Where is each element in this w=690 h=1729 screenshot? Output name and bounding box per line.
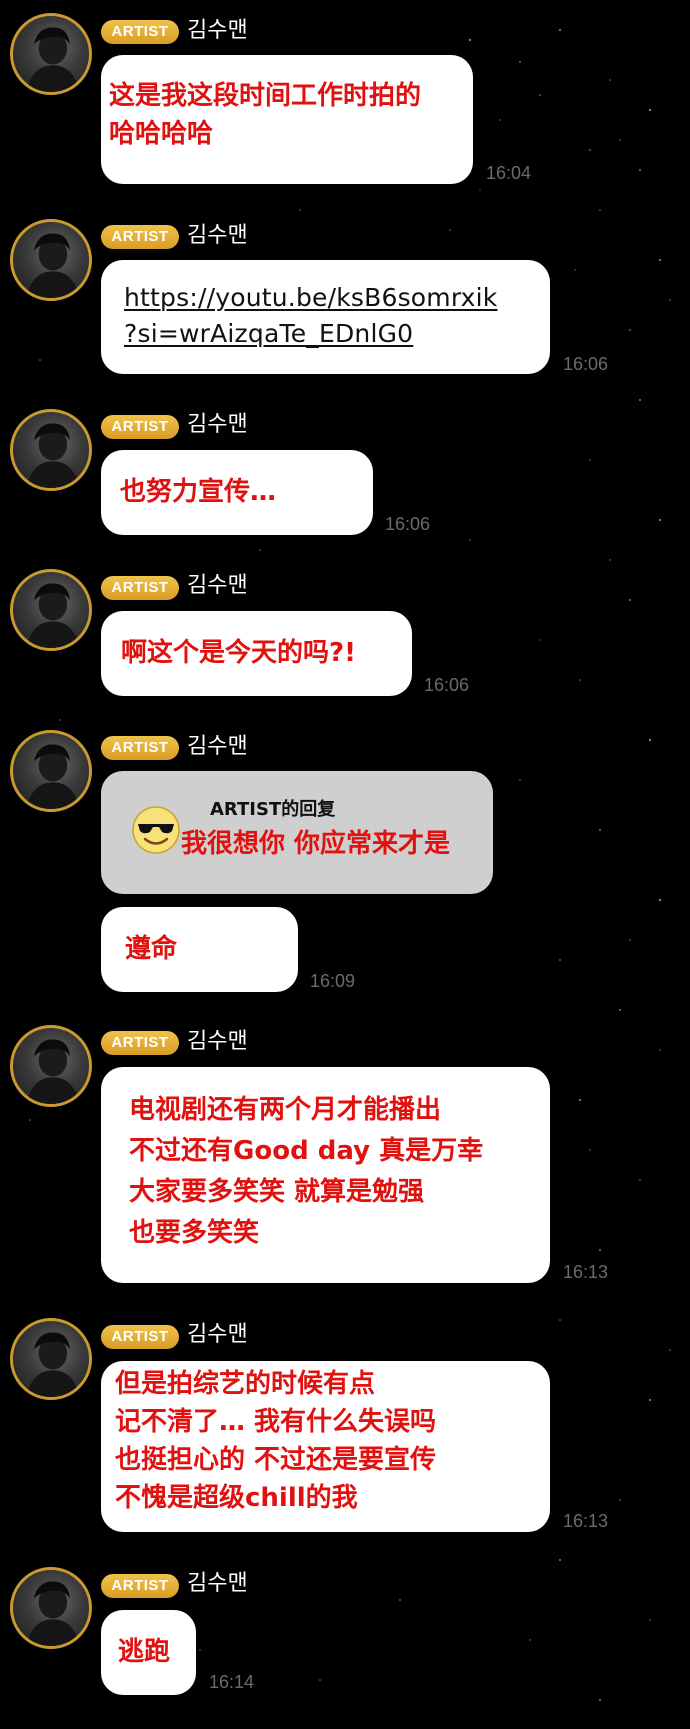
- artist-badge: ARTIST: [101, 415, 179, 439]
- artist-badge: ARTIST: [101, 1031, 179, 1055]
- artist-badge: ARTIST: [101, 576, 179, 600]
- artist-badge: ARTIST: [101, 225, 179, 249]
- sender-name: 김수맨: [187, 573, 248, 598]
- sender-avatar[interactable]: [10, 13, 92, 95]
- sender-name: 김수맨: [187, 412, 248, 437]
- artist-badge: ARTIST: [101, 1574, 179, 1598]
- sender-name: 김수맨: [187, 18, 248, 43]
- message-bubble[interactable]: 也努力宣传…: [101, 450, 373, 535]
- message-bubble[interactable]: 啊这个是今天的吗?!: [101, 611, 412, 696]
- sender-avatar[interactable]: [10, 730, 92, 812]
- quoted-reply-bubble[interactable]: ARTIST的回复 我很想你 你应常来才是: [101, 771, 493, 894]
- artist-badge: ARTIST: [101, 20, 179, 44]
- sender-name: 김수맨: [187, 734, 248, 759]
- message-text: 电视剧还有两个月才能播出 不过还有Good day 真是万幸 大家要多笑笑 就算…: [129, 1095, 484, 1248]
- message-text: 遵命: [125, 934, 178, 964]
- reply-label: ARTIST的回复: [210, 799, 336, 820]
- message-bubble[interactable]: 这是我这段时间工作时拍的 哈哈哈哈: [101, 55, 473, 184]
- message-timestamp: 16:13: [563, 1262, 609, 1282]
- sender-avatar[interactable]: [10, 219, 92, 301]
- message-text: 逃跑: [118, 1637, 171, 1667]
- message-text: 这是我这段时间工作时拍的 哈哈哈哈: [109, 81, 422, 149]
- message-bubble[interactable]: 但是拍综艺的时候有点 记不清了… 我有什么失误吗 也挺担心的 不过还是要宣传 不…: [101, 1361, 550, 1532]
- message-timestamp: 16:13: [563, 1511, 609, 1531]
- sender-name: 김수맨: [187, 223, 248, 248]
- message-timestamp: 16:04: [486, 163, 532, 183]
- sender-avatar[interactable]: [10, 569, 92, 651]
- message-text: 也努力宣传…: [120, 477, 277, 507]
- sender-name: 김수맨: [187, 1029, 248, 1054]
- sender-name: 김수맨: [187, 1322, 248, 1347]
- message-text: 啊这个是今天的吗?!: [121, 638, 356, 668]
- quoted-text: 我很想你 你应常来才是: [181, 829, 451, 859]
- message-bubble[interactable]: 遵命: [101, 907, 298, 992]
- sender-avatar[interactable]: [10, 1318, 92, 1400]
- sunglasses-emoji-icon: [132, 806, 180, 854]
- sender-avatar[interactable]: [10, 1025, 92, 1107]
- message-timestamp: 16:06: [563, 354, 609, 374]
- artist-badge: ARTIST: [101, 1325, 179, 1349]
- message-bubble[interactable]: 电视剧还有两个月才能播出 不过还有Good day 真是万幸 大家要多笑笑 就算…: [101, 1067, 550, 1283]
- message-bubble[interactable]: 逃跑: [101, 1610, 196, 1695]
- message-timestamp: 16:09: [310, 971, 356, 991]
- message-timestamp: 16:06: [385, 514, 431, 534]
- youtube-link[interactable]: https://youtu.be/ksB6somrxik ?si=wrAizqa…: [124, 280, 497, 352]
- sender-avatar[interactable]: [10, 1567, 92, 1649]
- message-timestamp: 16:14: [209, 1672, 255, 1692]
- sender-name: 김수맨: [187, 1571, 248, 1596]
- message-timestamp: 16:06: [424, 675, 470, 695]
- message-text: 但是拍综艺的时候有点 记不清了… 我有什么失误吗 也挺担心的 不过还是要宣传 不…: [115, 1369, 437, 1513]
- sender-avatar[interactable]: [10, 409, 92, 491]
- link-bubble[interactable]: https://youtu.be/ksB6somrxik ?si=wrAizqa…: [101, 260, 550, 374]
- artist-badge: ARTIST: [101, 736, 179, 760]
